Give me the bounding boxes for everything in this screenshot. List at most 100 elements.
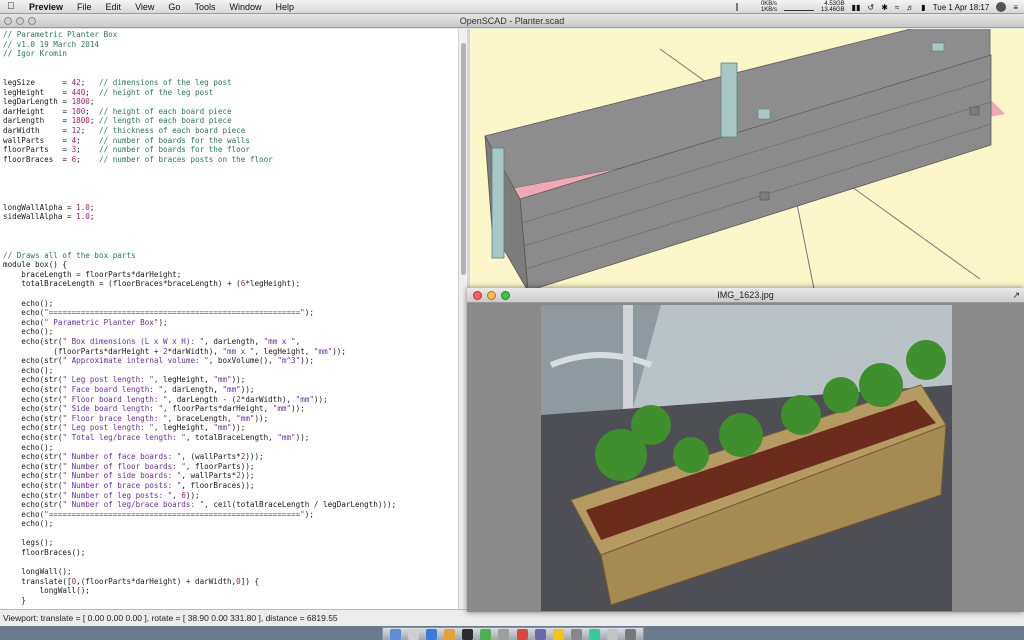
code-token: " Side board length: " [62,404,164,414]
code-token: legSize = [3,77,72,87]
code-line: darHeight = 100; // height of each board… [3,107,455,117]
bluetooth-icon[interactable]: ✱ [881,3,888,12]
dock-app-icon[interactable] [534,629,546,640]
dock-app-icon[interactable] [570,629,582,640]
code-token: "mm x " [222,346,255,356]
code-token: " Number of leg posts: " [62,490,173,500]
network-graph-icon[interactable] [783,3,814,11]
code-token: echo(str( [3,490,63,500]
dock-trash-icon[interactable] [625,629,637,640]
volume-icon[interactable]: ♬ [906,3,914,12]
network-meter[interactable]: 0KB/s 1KB/s [761,1,777,13]
window-close-button[interactable] [4,17,12,25]
fullscreen-icon[interactable]: ↗ [1012,288,1020,303]
code-token: *darWidth), [240,394,296,404]
code-token: "mm" [213,375,232,385]
code-line: legs(); [3,538,455,548]
editor-scroll-thumb[interactable] [461,43,466,275]
dock-app-icon[interactable] [516,629,528,640]
preview-zoom-button[interactable] [501,291,510,300]
code-token: totalBraceLength = (floorBraces*braceLen… [3,279,241,289]
dock-app-icon[interactable] [607,629,619,640]
menu-edit[interactable]: Edit [99,2,129,12]
window-titlebar: OpenSCAD - Planter.scad [0,14,1024,28]
status-menu-extras: 0KB/s 1KB/s 4.53GB 13.46GB ▮▮ ↺ ✱ ≈ ♬ ▮ Tu… [735,0,1018,14]
code-token: legs(); [3,538,54,548]
code-token: echo(str( [3,461,63,471]
menu-app-preview[interactable]: Preview [22,2,70,12]
code-line: longWall(); [3,567,455,577]
code-token: )); [332,346,346,356]
activity-icon[interactable]: ▮▮ [852,3,861,12]
code-line: echo(); [3,327,455,337]
code-token: braceLength = floorParts*darHeight; [3,269,182,279]
code-editor[interactable]: // Parametric Planter Box// v1.0 19 Marc… [0,29,458,609]
code-token: 42 [71,77,81,87]
code-token: "mm" [277,432,296,442]
menu-view[interactable]: View [128,2,161,12]
code-token: , legHeight, [153,375,214,385]
dock-app-icon[interactable] [480,629,492,640]
notification-center-icon[interactable]: ≡ [1013,3,1018,12]
menu-window[interactable]: Window [222,2,268,12]
code-token: )); [313,394,328,404]
dock-app-icon[interactable] [443,629,455,640]
memory-free: 13.46GB [820,7,845,13]
wifi-icon[interactable]: ≈ [895,3,899,12]
code-token: , darLength, [204,337,264,346]
code-token: darWidth = [3,125,72,135]
dock-app-icon[interactable] [552,629,564,640]
dock-app-icon[interactable] [589,629,601,640]
code-line: floorBraces(); [3,548,455,558]
code-token: ; [89,202,95,212]
editor-scrollbar[interactable] [458,29,467,609]
code-token: " Number of floor boards: " [62,461,186,471]
code-token: " Number of leg/brace boards: " [62,500,205,510]
time-machine-icon[interactable]: ↺ [867,3,874,12]
code-token: translate([ [3,576,72,586]
code-token: echo(str( [3,394,63,404]
brace-post [931,42,945,52]
memory-meter[interactable]: 4.53GB 13.46GB [821,1,845,13]
code-token: )); [240,471,255,481]
code-token: // height of the leg post [99,87,214,97]
apple-menu-icon[interactable]:  [0,1,22,12]
dock-app-icon[interactable] [425,629,437,640]
planter-photo [541,305,952,611]
user-avatar[interactable] [996,2,1007,12]
menu-tools[interactable]: Tools [187,2,222,12]
preview-close-button[interactable] [473,291,482,300]
preview-minimize-button[interactable] [487,291,496,300]
code-token: ; [80,77,100,87]
code-token: "mm" [313,346,333,356]
menu-help[interactable]: Help [268,2,301,12]
cpu-monitor-icon[interactable] [735,3,754,11]
menu-go[interactable]: Go [161,2,187,12]
battery-icon[interactable]: ▮ [921,3,925,12]
code-token: echo(str( [3,375,63,385]
code-line: wallParts = 4; // number of boards for t… [3,136,455,146]
code-token: " Box dimensions (L x W x H): " [62,337,205,346]
code-token: echo(); [3,519,54,529]
code-token: echo(); [3,365,54,375]
code-line: echo(str(" Number of face boards: ", (wa… [3,452,455,462]
code-token: 1800 [71,116,90,126]
code-token: " Floor board length: " [62,394,168,404]
clock[interactable]: Tue 1 Apr 18:17 [933,3,990,12]
dock-app-icon[interactable] [389,629,401,640]
window-minimize-button[interactable] [16,17,24,25]
code-token: " Parametric Planter Box" [44,317,159,327]
dock-app-icon[interactable] [498,629,510,640]
code-token: ; [80,125,100,135]
dock-app-icon[interactable] [462,629,474,640]
brace-post [757,108,771,120]
menu-file[interactable]: File [70,2,99,12]
code-token: "mm x " [263,337,296,346]
code-token: // height of each board piece [99,106,232,116]
code-token: // Draws all of the box parts [3,250,136,260]
dock-app-icon[interactable] [407,629,419,640]
window-zoom-button[interactable] [28,17,36,25]
